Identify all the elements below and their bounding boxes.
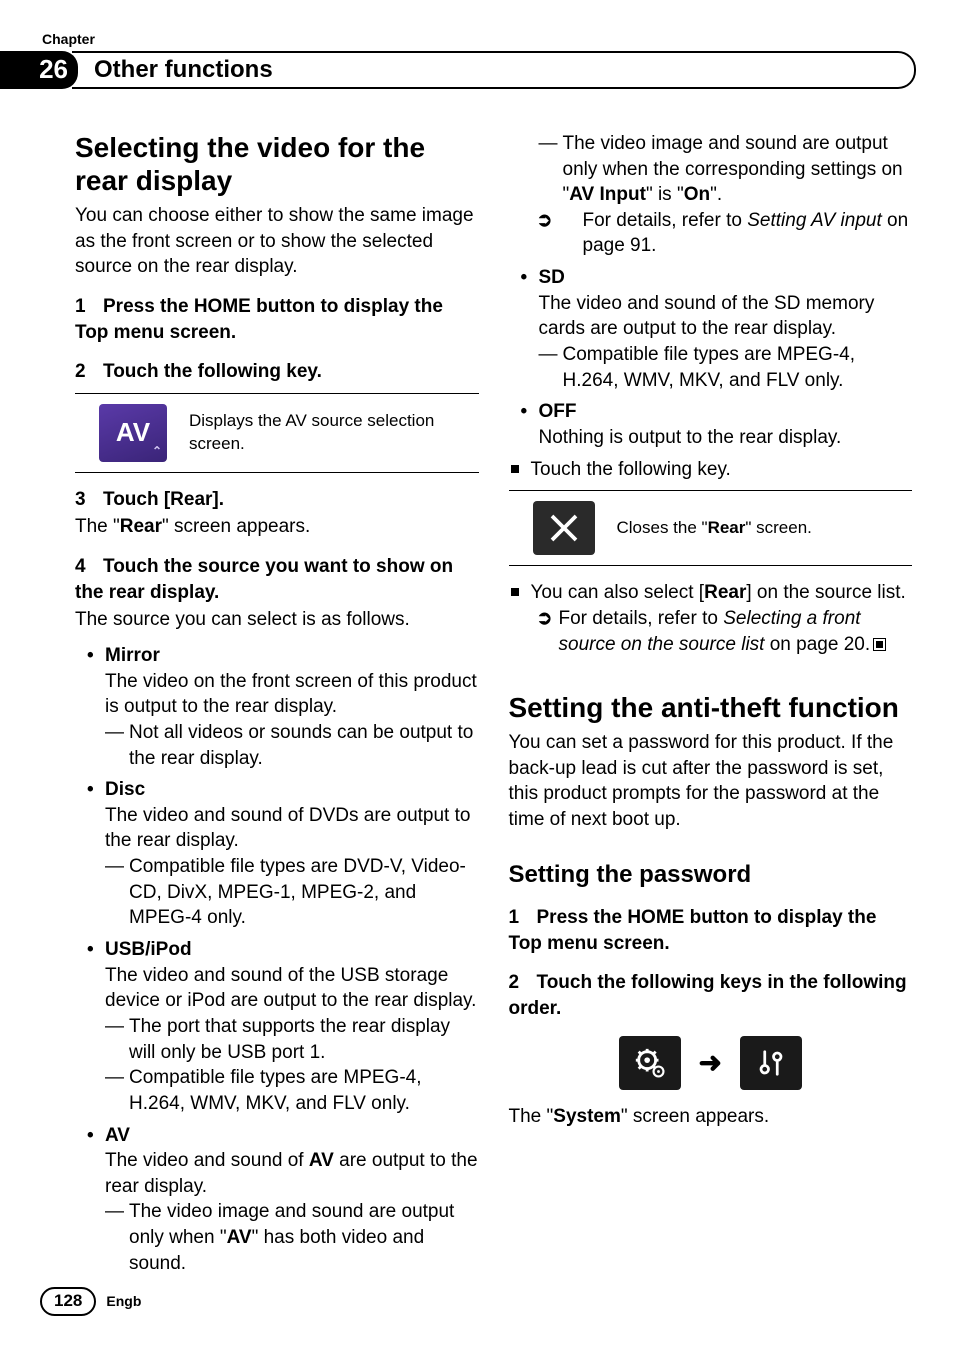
intro-paragraph: You can choose either to show the same i… xyxy=(75,203,479,280)
step-number: 2 xyxy=(75,359,103,385)
source-off: OFF xyxy=(509,399,913,425)
source-sd: SD xyxy=(509,265,913,291)
source-sd-note: Compatible file types are MPEG-4, H.264,… xyxy=(509,342,913,393)
key-sequence: ➜ xyxy=(509,1036,913,1090)
section-heading-anti-theft: Setting the anti-theft function xyxy=(509,691,913,724)
system-tool-icon xyxy=(740,1036,802,1090)
touch-key-instruction: Touch the following key. xyxy=(509,457,913,483)
anti-theft-intro: You can set a password for this product.… xyxy=(509,730,913,833)
step-4: 4Touch the source you want to show on th… xyxy=(75,554,479,605)
av-source-icon: AV ⌃ xyxy=(99,404,167,462)
step-3-result: The "Rear" screen appears. xyxy=(75,514,479,540)
step-3: 3Touch [Rear]. xyxy=(75,487,479,513)
step-number: 1 xyxy=(75,294,103,320)
source-mirror: Mirror xyxy=(75,643,479,669)
password-step-1: 1Press the HOME button to display the To… xyxy=(509,905,913,956)
step-text: Touch [Rear]. xyxy=(103,489,224,510)
page-header: Chapter 26 Other functions xyxy=(0,0,954,89)
chevron-up-icon: ⌃ xyxy=(152,443,162,459)
av-key-description: Displays the AV source selection screen. xyxy=(189,410,479,456)
settings-gear-icon xyxy=(619,1036,681,1090)
close-key-row: Closes the "Rear" screen. xyxy=(509,490,913,566)
source-av-note-2: The video image and sound are output onl… xyxy=(509,131,913,208)
step-number: 4 xyxy=(75,554,103,580)
step-text: Touch the source you want to show on the… xyxy=(75,556,453,603)
av-key-row: AV ⌃ Displays the AV source selection sc… xyxy=(75,393,479,473)
system-screen-appears: The "System" screen appears. xyxy=(509,1104,913,1130)
chapter-label: Chapter xyxy=(42,30,954,49)
page-content: Selecting the video for the rear display… xyxy=(0,89,954,1276)
source-av-note-1: The video image and sound are output onl… xyxy=(75,1199,479,1276)
language-code: Engb xyxy=(106,1292,141,1311)
step-2: 2Touch the following key. xyxy=(75,359,479,385)
source-av-desc: The video and sound of AV are output to … xyxy=(75,1148,479,1199)
av-icon-label: AV xyxy=(116,415,150,450)
source-usb-note-2: Compatible file types are MPEG-4, H.264,… xyxy=(75,1065,479,1116)
step-1: 1Press the HOME button to display the To… xyxy=(75,294,479,345)
left-column: Selecting the video for the rear display… xyxy=(75,131,479,1276)
source-sd-desc: The video and sound of the SD memory car… xyxy=(509,291,913,342)
source-off-desc: Nothing is output to the rear display. xyxy=(509,425,913,451)
step-number: 1 xyxy=(509,905,537,931)
chapter-bar: 26 Other functions xyxy=(0,51,954,89)
step-number: 3 xyxy=(75,487,103,513)
source-av: AV xyxy=(75,1123,479,1149)
source-mirror-note: Not all videos or sounds can be output t… xyxy=(75,720,479,771)
source-usb-desc: The video and sound of the USB storage d… xyxy=(75,963,479,1014)
section-heading-rear-display: Selecting the video for the rear display xyxy=(75,131,479,197)
source-mirror-desc: The video on the front screen of this pr… xyxy=(75,669,479,720)
step-text: Press the HOME button to display the Top… xyxy=(509,907,877,954)
right-column: The video image and sound are output onl… xyxy=(509,131,913,1276)
password-step-2: 2Touch the following keys in the followi… xyxy=(509,970,913,1021)
rear-source-list-note: You can also select [Rear] on the source… xyxy=(509,580,913,606)
source-disc-note: Compatible file types are DVD-V, Video-C… xyxy=(75,854,479,931)
page-number: 128 xyxy=(40,1287,96,1316)
step-text: Touch the following keys in the followin… xyxy=(509,972,907,1019)
source-disc-desc: The video and sound of DVDs are output t… xyxy=(75,803,479,854)
source-usb-ipod: USB/iPod xyxy=(75,937,479,963)
source-usb-note-1: The port that supports the rear display … xyxy=(75,1014,479,1065)
chapter-number-badge: 26 xyxy=(0,51,78,89)
front-source-reference: For details, refer to Selecting a front … xyxy=(509,606,913,657)
close-key-description: Closes the "Rear" screen. xyxy=(617,517,913,540)
step-text: Touch the following key. xyxy=(103,361,322,382)
section-end-icon xyxy=(873,638,886,651)
step-text: Press the HOME button to display the Top… xyxy=(75,296,443,343)
av-input-reference: For details, refer to Setting AV input o… xyxy=(509,208,913,259)
page-footer: 128 Engb xyxy=(40,1287,141,1316)
source-disc: Disc xyxy=(75,777,479,803)
step-number: 2 xyxy=(509,970,537,996)
chapter-title: Other functions xyxy=(72,51,916,89)
arrow-right-icon: ➜ xyxy=(699,1044,722,1082)
step-4-intro: The source you can select is as follows. xyxy=(75,607,479,633)
subsection-setting-password: Setting the password xyxy=(509,859,913,891)
close-icon xyxy=(533,501,595,555)
